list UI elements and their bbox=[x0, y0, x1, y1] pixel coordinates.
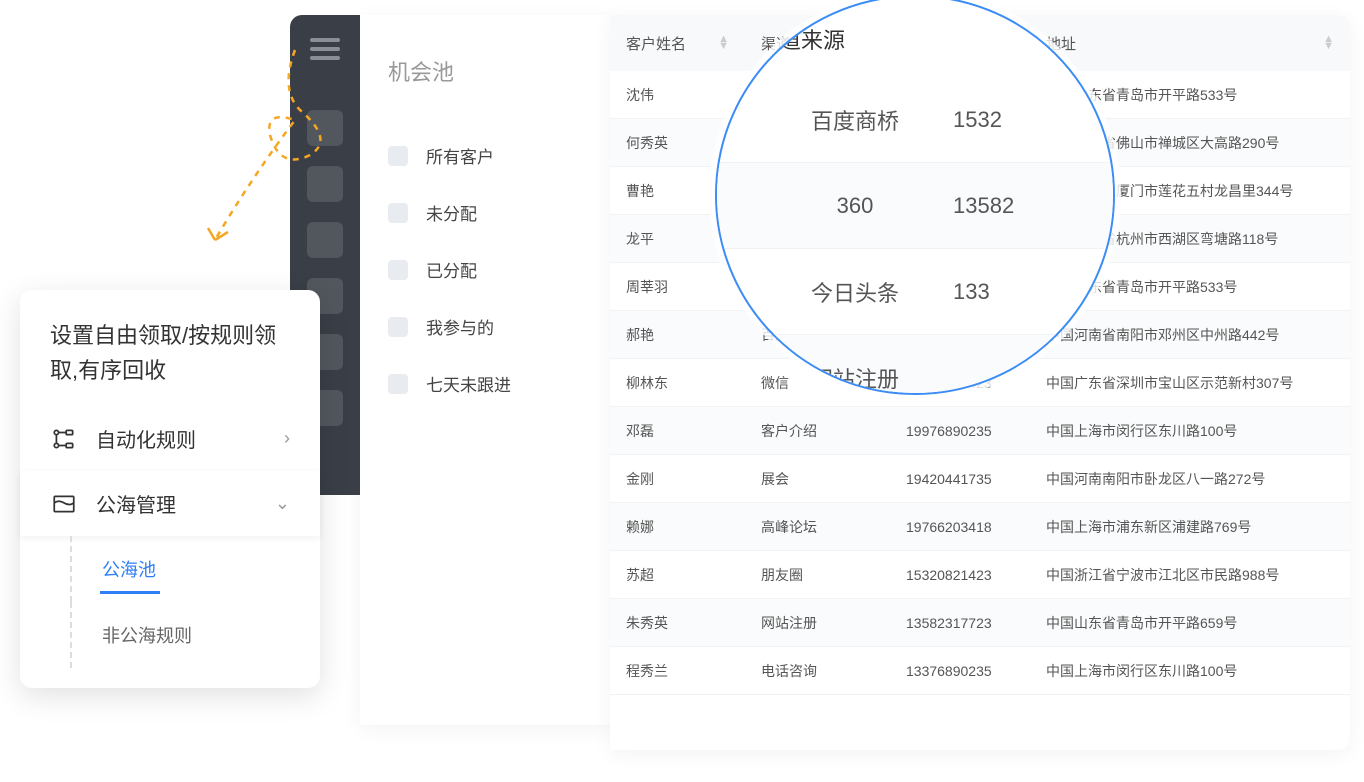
cell-address: 中国山东省青岛市开平路659号 bbox=[1030, 613, 1350, 633]
filter-item-label: 七天未跟进 bbox=[426, 371, 511, 396]
settings-card: 设置自由领取/按规则领取,有序回收 自动化规则 › 公海管理 ⌄ 公海池 非公海… bbox=[20, 290, 320, 688]
cell-address: 中国浙江省宁波市江北区市民路988号 bbox=[1030, 565, 1350, 585]
cell-name: 苏超 bbox=[610, 565, 745, 585]
mag-cell-value: 133 bbox=[953, 279, 1073, 305]
sub-item-pool[interactable]: 公海池 bbox=[70, 536, 320, 602]
th-name-label: 客户姓名 bbox=[626, 33, 686, 54]
cell-name: 沈伟 bbox=[610, 85, 745, 105]
nav-block-3[interactable] bbox=[307, 222, 343, 258]
checkbox-icon[interactable] bbox=[388, 260, 408, 280]
table-row[interactable]: 赖娜高峰论坛19766203418中国上海市浦东新区浦建路769号 bbox=[610, 503, 1350, 551]
cell-name: 周莘羽 bbox=[610, 277, 745, 297]
settings-title: 设置自由领取/按规则领取,有序回收 bbox=[20, 318, 320, 406]
mag-cell-channel: 百度商桥 bbox=[757, 104, 953, 136]
settings-sub-items: 公海池 非公海规则 bbox=[20, 536, 320, 668]
magnifier-lens: 渠道来源 ▲▼ 百度商桥153236013582今日头条133网站注册 bbox=[715, 0, 1115, 395]
cell-phone: 15320821423 bbox=[890, 567, 1030, 583]
filter-panel-title: 机会池 bbox=[388, 55, 582, 87]
settings-row-automation[interactable]: 自动化规则 › bbox=[20, 406, 320, 471]
cell-address: 中国上海市闵行区东川路100号 bbox=[1030, 661, 1350, 681]
settings-row-pool[interactable]: 公海管理 ⌄ bbox=[20, 471, 320, 536]
cell-address: 中国河南省南阳市邓州区中州路442号 bbox=[1030, 325, 1350, 345]
cell-name: 金刚 bbox=[610, 469, 745, 489]
th-address[interactable]: 地址 ▲▼ bbox=[1030, 33, 1350, 54]
hamburger-icon[interactable] bbox=[310, 33, 340, 65]
magnifier-row: 今日头条133 bbox=[717, 249, 1113, 335]
filter-item-1[interactable]: 未分配 bbox=[388, 184, 582, 241]
table-row[interactable]: 邓磊客户介绍19976890235中国上海市闵行区东川路100号 bbox=[610, 407, 1350, 455]
cell-phone: 19420441735 bbox=[890, 471, 1030, 487]
th-name[interactable]: 客户姓名 ▲▼ bbox=[610, 33, 745, 54]
cell-name: 朱秀英 bbox=[610, 613, 745, 633]
cell-address: 中国广东省深圳市宝山区示范新村307号 bbox=[1030, 373, 1350, 393]
cell-phone: 13582317723 bbox=[890, 615, 1030, 631]
table-row[interactable]: 朱秀英网站注册13582317723中国山东省青岛市开平路659号 bbox=[610, 599, 1350, 647]
table-row[interactable]: 苏超朋友圈15320821423中国浙江省宁波市江北区市民路988号 bbox=[610, 551, 1350, 599]
checkbox-icon[interactable] bbox=[388, 317, 408, 337]
cell-channel: 高峰论坛 bbox=[745, 517, 890, 537]
checkbox-icon[interactable] bbox=[388, 374, 408, 394]
checkbox-icon[interactable] bbox=[388, 203, 408, 223]
settings-label-automation: 自动化规则 bbox=[96, 424, 284, 453]
checkbox-icon[interactable] bbox=[388, 146, 408, 166]
filter-item-4[interactable]: 七天未跟进 bbox=[388, 355, 582, 412]
cell-address: 中国河南南阳市卧龙区八一路272号 bbox=[1030, 469, 1350, 489]
sort-icon[interactable]: ▲▼ bbox=[718, 36, 729, 49]
pool-icon bbox=[50, 490, 78, 518]
filter-item-label: 我参与的 bbox=[426, 314, 494, 339]
cell-phone: 19766203418 bbox=[890, 519, 1030, 535]
cell-phone: 13376890235 bbox=[890, 663, 1030, 679]
cell-name: 柳林东 bbox=[610, 373, 745, 393]
chevron-down-icon: ⌄ bbox=[275, 493, 290, 514]
chevron-right-icon: › bbox=[284, 428, 290, 449]
cell-name: 邓磊 bbox=[610, 421, 745, 441]
cell-name: 郝艳 bbox=[610, 325, 745, 345]
cell-phone: 19976890235 bbox=[890, 423, 1030, 439]
mag-cell-channel: 360 bbox=[757, 193, 953, 219]
table-row[interactable]: 程秀兰电话咨询13376890235中国上海市闵行区东川路100号 bbox=[610, 647, 1350, 695]
cell-channel: 展会 bbox=[745, 469, 890, 489]
mag-cell-value: 1532 bbox=[953, 107, 1073, 133]
cell-name: 赖娜 bbox=[610, 517, 745, 537]
filter-item-0[interactable]: 所有客户 bbox=[388, 127, 582, 184]
magnifier-row: 百度商桥1532 bbox=[717, 77, 1113, 163]
cell-address: 中国上海市闵行区东川路100号 bbox=[1030, 421, 1350, 441]
nav-block-2[interactable] bbox=[307, 166, 343, 202]
filter-panel: 机会池 所有客户未分配已分配我参与的七天未跟进 bbox=[360, 15, 610, 725]
nav-block-1[interactable] bbox=[307, 110, 343, 146]
cell-channel: 客户介绍 bbox=[745, 421, 890, 441]
sub-item-nonpool[interactable]: 非公海规则 bbox=[70, 602, 320, 668]
cell-channel: 朋友圈 bbox=[745, 565, 890, 585]
settings-label-pool: 公海管理 bbox=[96, 489, 275, 518]
flow-icon bbox=[50, 425, 78, 453]
filter-item-3[interactable]: 我参与的 bbox=[388, 298, 582, 355]
cell-name: 程秀兰 bbox=[610, 661, 745, 681]
mag-cell-value: 13582 bbox=[953, 193, 1073, 219]
filter-item-label: 未分配 bbox=[426, 200, 477, 225]
cell-channel: 网站注册 bbox=[745, 613, 890, 633]
cell-channel: 电话咨询 bbox=[745, 661, 890, 681]
filter-item-label: 已分配 bbox=[426, 257, 477, 282]
cell-address: 中国上海市浦东新区浦建路769号 bbox=[1030, 517, 1350, 537]
sort-icon[interactable]: ▲▼ bbox=[1323, 36, 1334, 49]
filter-item-2[interactable]: 已分配 bbox=[388, 241, 582, 298]
magnifier-row: 36013582 bbox=[717, 163, 1113, 249]
filter-item-label: 所有客户 bbox=[426, 143, 494, 168]
table-row[interactable]: 金刚展会19420441735中国河南南阳市卧龙区八一路272号 bbox=[610, 455, 1350, 503]
mag-cell-channel: 今日头条 bbox=[757, 276, 953, 308]
